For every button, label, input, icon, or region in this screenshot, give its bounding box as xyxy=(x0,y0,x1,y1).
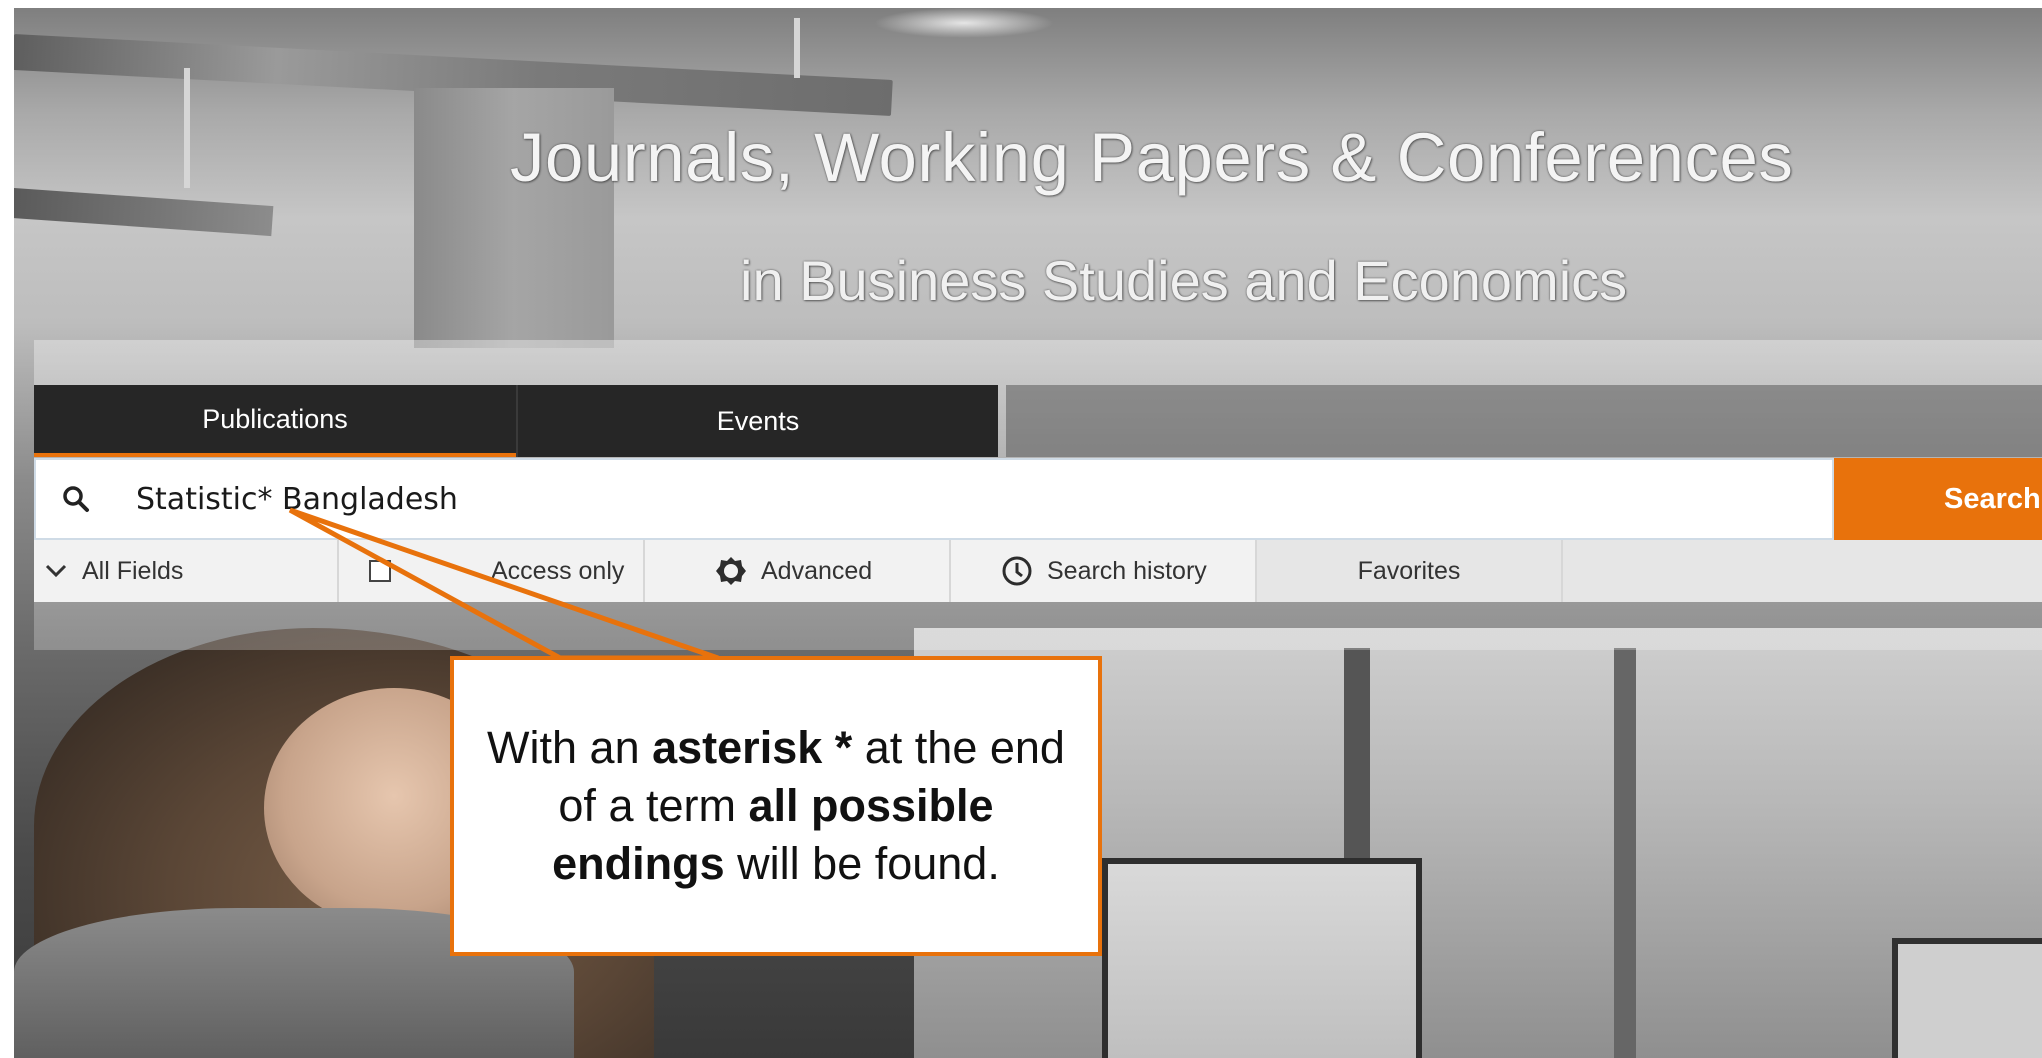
search-history-label: Search history xyxy=(1047,556,1207,585)
gear-icon xyxy=(716,557,746,585)
annotation-callout: With an asterisk * at the end of a term … xyxy=(450,656,1102,956)
favorites-label: Favorites xyxy=(1357,556,1461,585)
callout-text: With an asterisk * at the end of a term … xyxy=(472,719,1080,893)
search-input[interactable] xyxy=(116,469,1832,529)
search-field xyxy=(34,458,1834,540)
advanced-label: Advanced xyxy=(761,556,873,585)
computer-monitor xyxy=(1892,938,2042,1058)
advanced-search-button[interactable]: Advanced xyxy=(645,540,951,602)
access-only-label: Access only xyxy=(491,556,625,585)
checkbox-icon[interactable] xyxy=(369,560,391,582)
computer-monitor xyxy=(1102,858,1422,1058)
window-post xyxy=(1614,648,1636,1058)
search-icon[interactable] xyxy=(36,458,116,540)
ceiling-lamp xyxy=(14,188,274,237)
search-history-button[interactable]: Search history xyxy=(951,540,1257,602)
open-access-checkbox[interactable]: Access only xyxy=(339,540,645,602)
all-fields-dropdown[interactable]: All Fields xyxy=(34,540,339,602)
hero-title: Journals, Working Papers & Conferences xyxy=(510,119,1794,196)
page-margin-top xyxy=(0,0,2042,8)
tab-publications[interactable]: Publications xyxy=(34,385,516,457)
search-button[interactable]: Search xyxy=(1834,458,2042,540)
screenshot-stage: Journals, Working Papers & Conferences i… xyxy=(0,0,2042,1058)
callout-emphasis-asterisk: asterisk * xyxy=(652,722,853,773)
options-bar-filler xyxy=(1563,540,2042,602)
lamp-rod xyxy=(794,18,800,78)
clock-icon xyxy=(1002,556,1032,586)
page-margin-left xyxy=(0,0,14,1058)
all-fields-label: All Fields xyxy=(82,556,184,585)
search-options-bar: All Fields Access only Advanced Search h… xyxy=(34,540,1563,602)
favorites-button[interactable]: Favorites xyxy=(1257,540,1563,602)
tab-bar-filler xyxy=(1006,385,2042,457)
light-glare xyxy=(874,8,1054,38)
hero-subtitle: in Business Studies and Economics xyxy=(740,249,1628,312)
lamp-rod xyxy=(184,68,190,188)
search-bar: Search xyxy=(34,458,2042,540)
search-tabs: Publications Events xyxy=(34,385,998,457)
callout-text-part: will be found. xyxy=(724,838,1000,889)
callout-text-part: With an xyxy=(487,722,653,773)
chevron-down-icon xyxy=(45,564,67,578)
tab-events[interactable]: Events xyxy=(516,385,998,457)
